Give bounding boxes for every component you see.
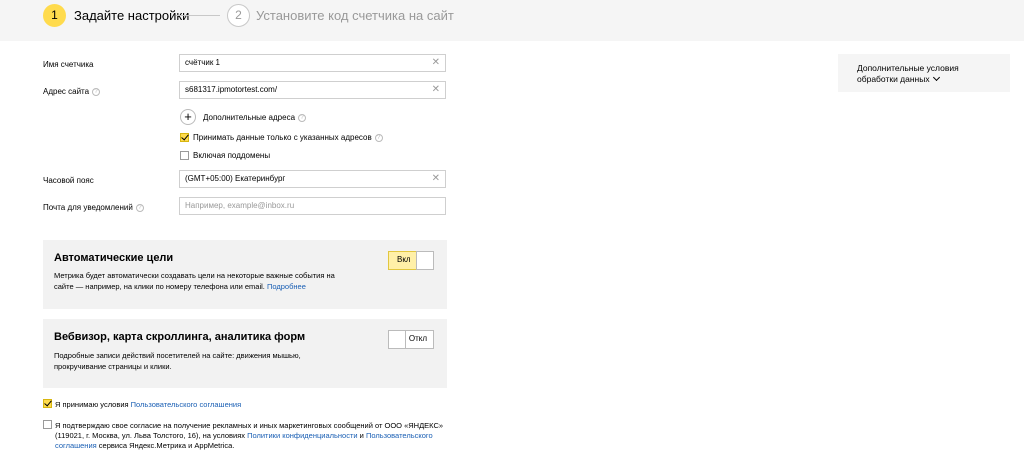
auto-goals-more-link[interactable]: Подробнее: [267, 282, 306, 291]
extra-terms[interactable]: Дополнительные условия обработки данных: [857, 63, 997, 85]
agreement-checkbox[interactable]: [43, 399, 52, 408]
extra-terms-box[interactable]: Дополнительные условия обработки данных: [838, 54, 1010, 92]
extra-terms-label: Дополнительные условия обработки данных: [857, 63, 959, 84]
help-icon[interactable]: ?: [135, 203, 144, 212]
auto-goals-toggle[interactable]: Вкл: [388, 251, 434, 270]
site-address-label: Адрес сайта?: [43, 87, 101, 96]
marketing-consent-text: Я подтверждаю свое согласие на получение…: [55, 421, 450, 451]
privacy-policy-link[interactable]: Политики конфиденциальности: [247, 431, 358, 440]
clear-icon[interactable]: ✕: [432, 55, 440, 71]
toggle-knob: [416, 251, 434, 270]
agreement-link[interactable]: Пользовательского соглашения: [131, 400, 242, 409]
agreement-text: Я принимаю условия Пользовательского сог…: [55, 400, 241, 410]
webvisor-title: Вебвизор, карта скроллинга, аналитика фо…: [54, 331, 306, 343]
timezone-value: (GMT+05:00) Екатеринбург: [185, 174, 286, 183]
clear-icon[interactable]: ✕: [432, 171, 440, 187]
auto-goals-panel: Автоматические цели Метрика будет автома…: [43, 240, 447, 309]
additional-addresses-label: Дополнительные адреса: [203, 113, 296, 122]
toggle-knob: [388, 330, 406, 349]
site-address-label-text: Адрес сайта: [43, 87, 90, 96]
timezone-input[interactable]: (GMT+05:00) Екатеринбург ✕: [179, 170, 446, 188]
notify-email-label: Почта для уведомлений?: [43, 203, 144, 212]
webvisor-toggle[interactable]: Откл: [388, 330, 434, 349]
counter-name-label: Имя счетчика: [43, 60, 94, 69]
chevron-down-icon: [932, 73, 940, 82]
step2-label: Установите код счетчика на сайт: [256, 8, 454, 23]
notify-email-input[interactable]: Например, example@inbox.ru: [179, 197, 446, 215]
auto-goals-toggle-label: Вкл: [397, 255, 411, 264]
webvisor-desc: Подробные записи действий посетителей на…: [54, 351, 301, 371]
accept-only-listed-label: Принимать данные только с указанных адре…: [193, 133, 372, 142]
additional-addresses[interactable]: Дополнительные адреса?: [203, 113, 307, 122]
webvisor-panel: Вебвизор, карта скроллинга, аналитика фо…: [43, 319, 447, 388]
stepper: 1 Задайте настройки 2 Установите код сче…: [0, 0, 1024, 41]
webvisor-toggle-label: Откл: [408, 334, 427, 343]
accept-only-listed-checkbox[interactable]: [180, 133, 189, 142]
help-icon[interactable]: ?: [92, 87, 101, 96]
plus-icon[interactable]: +: [180, 109, 196, 125]
step1-number: 1: [43, 4, 66, 27]
marketing-consent-and: и: [357, 431, 366, 440]
marketing-consent-checkbox[interactable]: [43, 420, 52, 429]
help-icon[interactable]: ?: [374, 133, 383, 142]
site-address-value: s681317.ipmotortest.com/: [185, 85, 278, 94]
site-address-input[interactable]: s681317.ipmotortest.com/ ✕: [179, 81, 446, 99]
help-icon[interactable]: ?: [298, 113, 307, 122]
step2-number: 2: [227, 4, 250, 27]
accept-only-listed: Принимать данные только с указанных адре…: [193, 133, 383, 142]
notify-email-placeholder: Например, example@inbox.ru: [185, 201, 295, 210]
agreement-prefix: Я принимаю условия: [55, 400, 131, 409]
timezone-label: Часовой пояс: [43, 176, 94, 185]
counter-name-input[interactable]: счётчик 1 ✕: [179, 54, 446, 72]
notify-email-label-text: Почта для уведомлений: [43, 203, 133, 212]
include-subdomains-checkbox[interactable]: [180, 151, 189, 160]
clear-icon[interactable]: ✕: [432, 82, 440, 98]
step1-label: Задайте настройки: [74, 8, 190, 23]
include-subdomains-label: Включая поддомены: [193, 151, 271, 160]
auto-goals-title: Автоматические цели: [54, 252, 174, 264]
auto-goals-desc: Метрика будет автоматически создавать це…: [54, 270, 354, 292]
counter-name-value: счётчик 1: [185, 58, 220, 67]
marketing-consent-text2: сервиса Яндекс.Метрика и AppMetrica.: [96, 441, 235, 450]
step-connector: [176, 15, 220, 16]
